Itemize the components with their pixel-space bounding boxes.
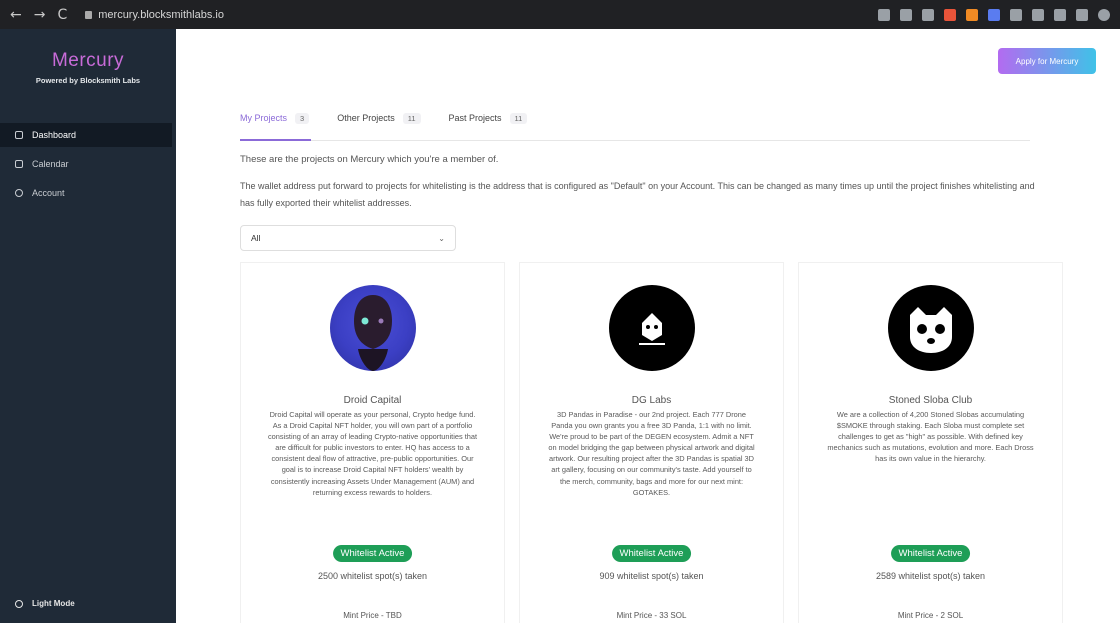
mint-price-text: Mint Price - 2 SOL [897,611,964,620]
extension-icon[interactable] [900,8,912,21]
tab-label: Other Projects [337,113,395,123]
address-bar[interactable]: mercury.blocksmithlabs.io [85,9,224,21]
sidebar-item-label: Dashboard [32,130,77,140]
panda-logo-icon [638,313,665,345]
project-avatar-dglabs [608,285,695,371]
tab-other-projects[interactable]: Other Projects 11 [337,109,422,141]
extension-icon[interactable] [988,8,1000,21]
extension-icon[interactable] [966,8,978,21]
extension-icon[interactable] [878,8,890,21]
project-card[interactable]: Droid Capital Droid Capital will operate… [240,262,505,623]
window-icon[interactable] [1076,8,1088,21]
calendar-icon [15,160,23,168]
mint-price-text: Mint Price - 33 SOL [616,611,687,620]
back-arrow-icon[interactable]: ← [10,7,22,23]
sidebar: Mercury Powered by Blocksmith Labs Dashb… [0,29,176,623]
brand-name[interactable]: Mercury [0,50,176,72]
project-title: DG Labs [631,395,672,406]
profile-icon[interactable] [1098,8,1110,21]
lock-icon [85,10,93,19]
project-tabs: My Projects 3 Other Projects 11 Past Pro… [240,109,1030,141]
puzzle-icon[interactable] [1032,8,1044,21]
tab-count-badge: 11 [509,113,528,124]
project-card[interactable]: Stoned Sloba Club We are a collection of… [798,262,1063,623]
description-text: The wallet address put forward to projec… [240,181,1035,208]
main-content: Apply for Mercury My Projects 3 Other Pr… [176,29,1120,623]
browser-toolbar: ← → C mercury.blocksmithlabs.io [0,0,1120,29]
project-avatar-sloba [887,285,974,371]
project-card[interactable]: DG Labs 3D Pandas in Paradise - our 2nd … [519,262,784,623]
forward-arrow-icon[interactable]: → [34,7,46,23]
extension-icon[interactable] [922,8,934,21]
extension-icon[interactable] [1010,8,1022,21]
project-title: Droid Capital [343,395,402,406]
sidebar-item-calendar[interactable]: Calendar [0,152,176,176]
whitelist-spots-text: 2500 whitelist spot(s) taken [317,571,428,581]
sidebar-item-account[interactable]: Account [0,181,176,205]
tab-past-projects[interactable]: Past Projects 11 [449,109,530,141]
project-avatar-droid [329,285,416,371]
whitelist-status-badge: Whitelist Active [332,545,413,562]
project-cards: Droid Capital Droid Capital will operate… [240,262,1063,623]
project-title: Stoned Sloba Club [888,395,973,406]
sidebar-item-dashboard[interactable]: Dashboard [0,123,172,147]
user-icon [15,189,23,197]
home-icon [15,131,23,139]
sloba-logo-icon [909,307,952,353]
whitelist-status-badge: Whitelist Active [890,545,971,562]
whitelist-spots-text: 2589 whitelist spot(s) taken [875,571,986,581]
tab-count-badge: 11 [402,113,421,124]
tab-label: My Projects [240,113,288,123]
light-mode-toggle[interactable]: Light Mode [15,599,75,608]
tab-label: Past Projects [448,113,502,123]
apply-for-mercury-button[interactable]: Apply for Mercury [998,48,1096,74]
sun-icon [15,599,23,608]
brand: Mercury Powered by Blocksmith Labs [0,29,176,85]
project-description: 3D Pandas in Paradise - our 2nd project.… [548,410,755,497]
sidebar-menu: Dashboard Calendar Account [0,123,176,205]
mint-price-text: Mint Price - TBD [343,611,402,620]
droid-head-icon [353,295,392,371]
brand-subtitle: Powered by Blocksmith Labs [35,76,141,85]
project-filter-select[interactable]: All ⌄ [240,225,456,251]
whitelist-status-badge: Whitelist Active [611,545,692,562]
tab-my-projects[interactable]: My Projects 3 [240,109,312,141]
tab-count-badge: 3 [295,113,310,124]
filter-selected-value: All [251,233,261,243]
project-description: We are a collection of 4,200 Stoned Slob… [827,410,1034,464]
project-description: Droid Capital will operate as your perso… [267,410,478,497]
extension-icon[interactable] [944,8,956,21]
menu-icon[interactable] [1054,8,1066,21]
reload-icon[interactable]: C [57,7,67,23]
sidebar-item-label: Calendar [32,159,69,169]
whitelist-spots-text: 909 whitelist spot(s) taken [599,571,704,581]
extension-tray [878,8,1110,21]
light-mode-label: Light Mode [32,599,75,608]
url-text: mercury.blocksmithlabs.io [98,8,224,21]
intro-text: These are the projects on Mercury which … [240,154,499,165]
chevron-down-icon: ⌄ [438,233,445,243]
sidebar-item-label: Account [32,188,65,198]
